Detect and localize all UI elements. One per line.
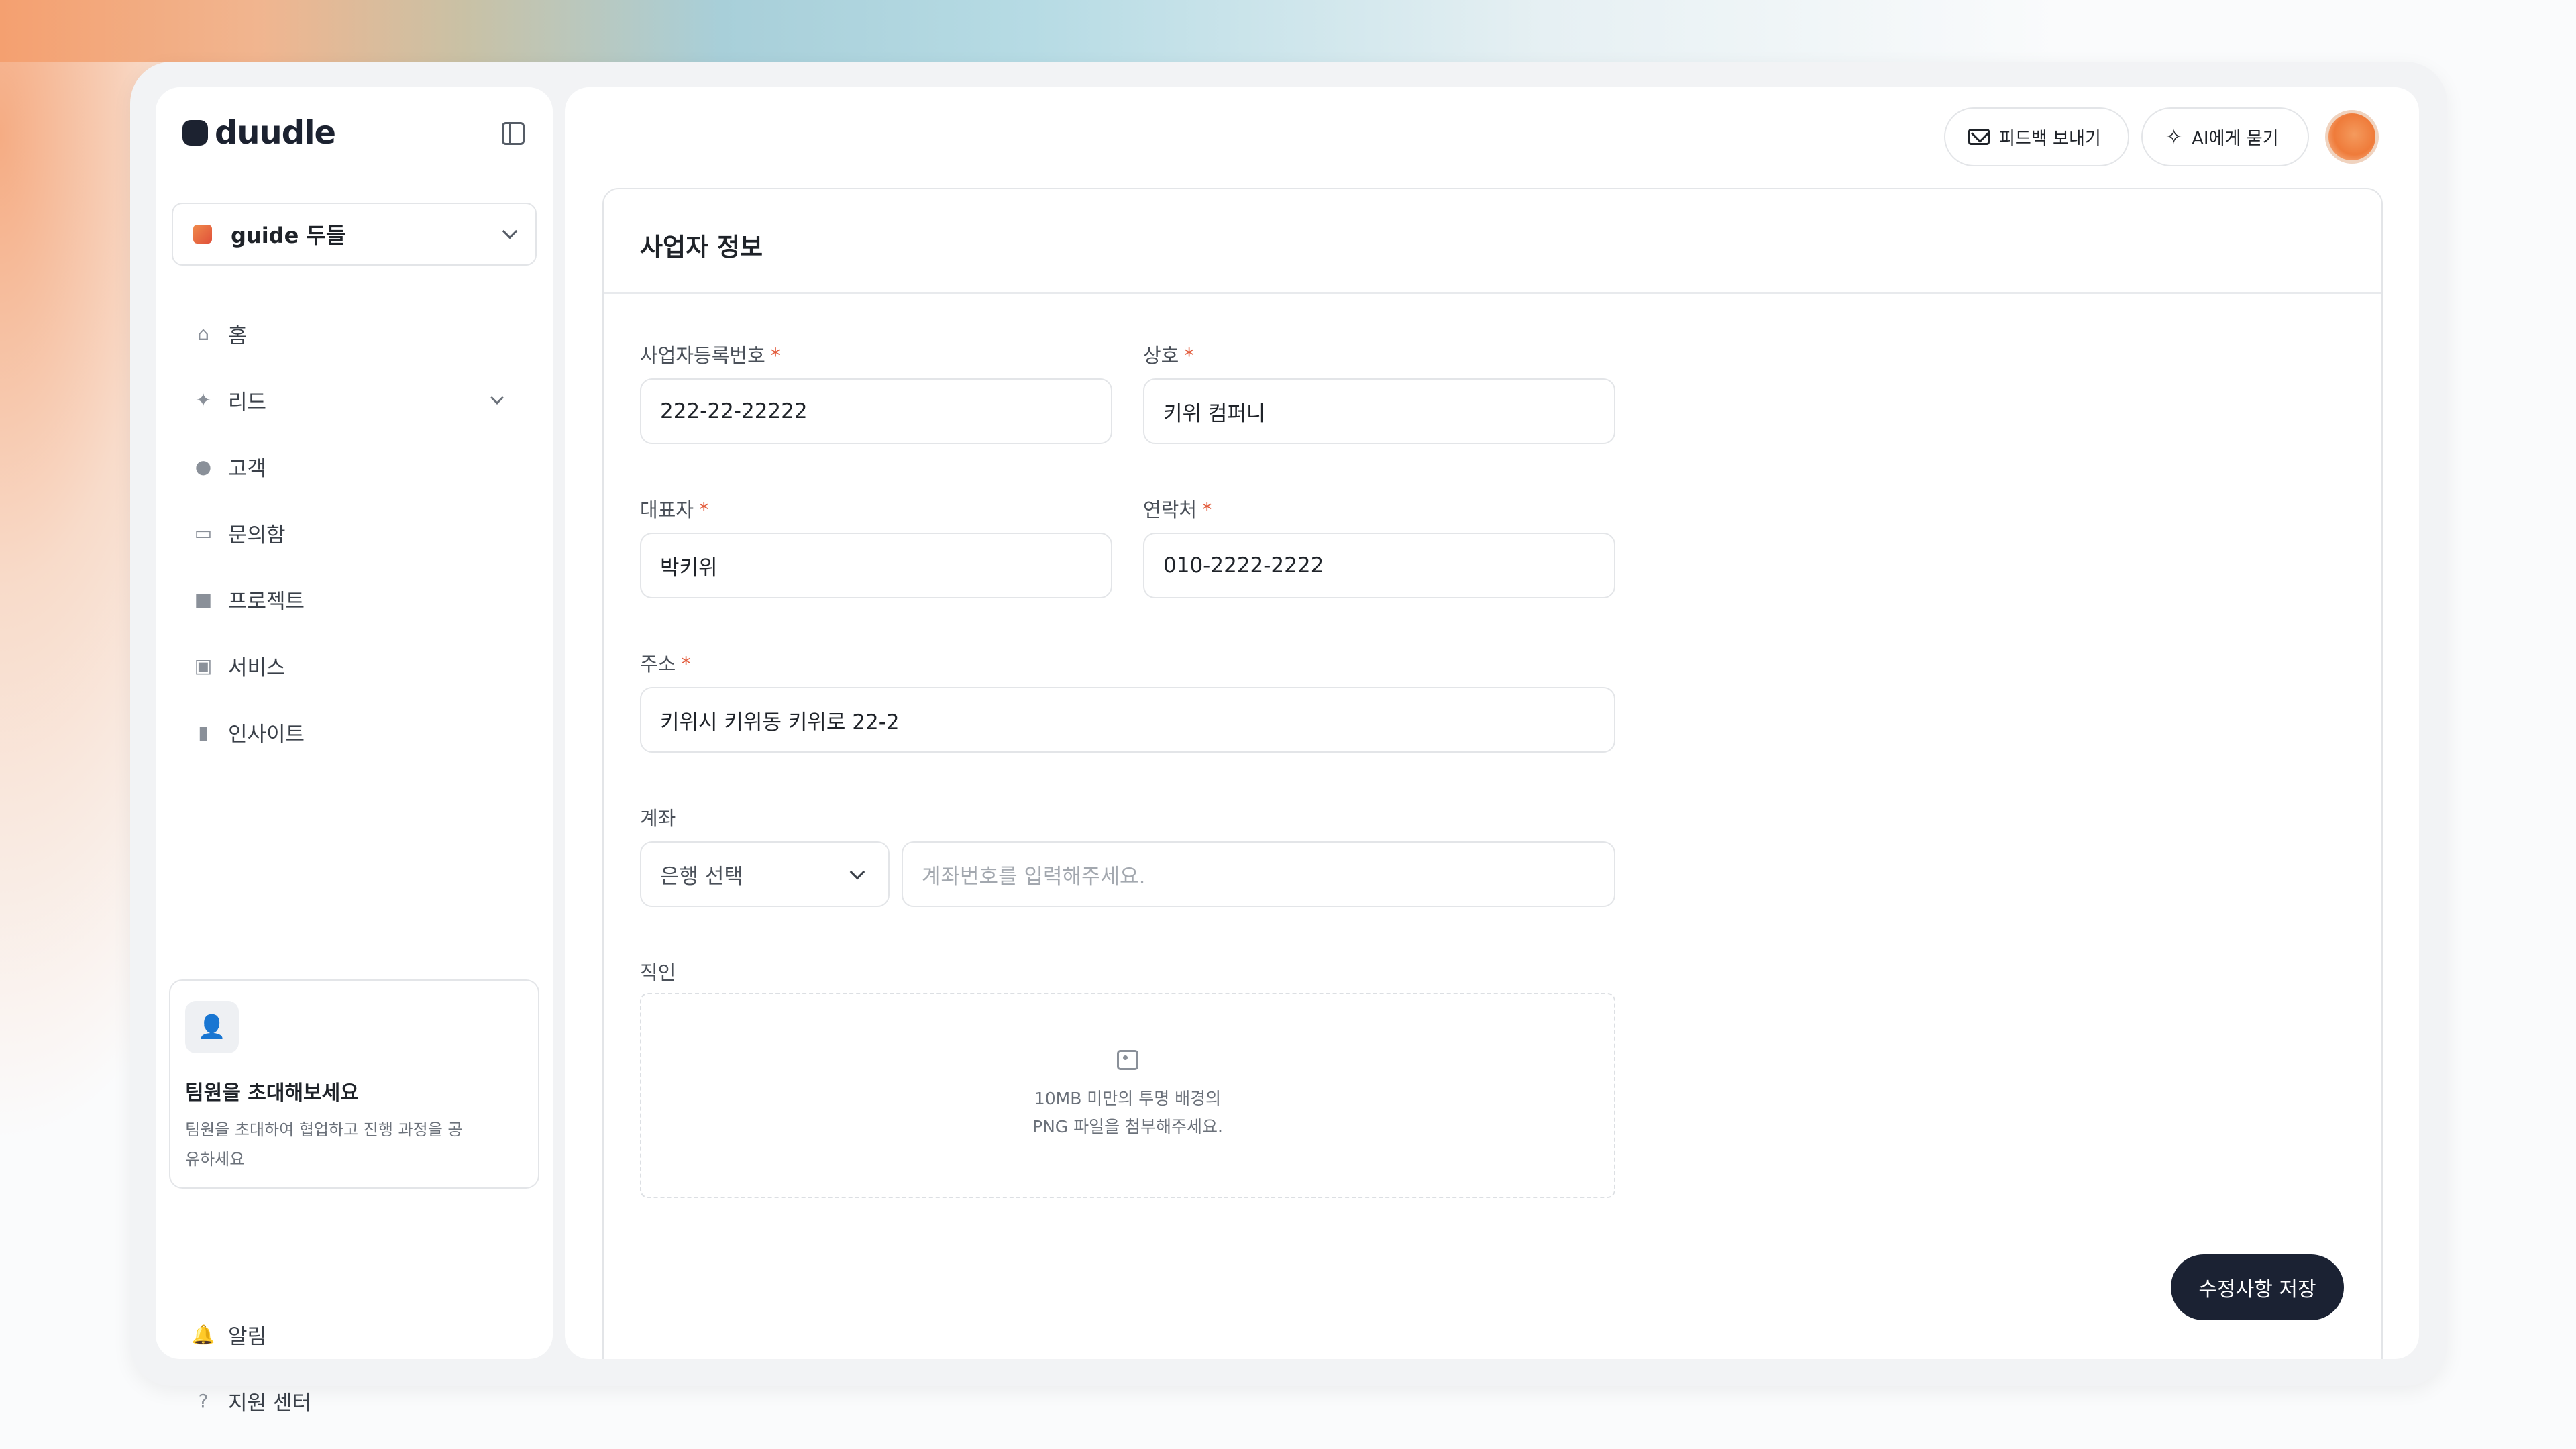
sidebar-item-support[interactable]: ? 지원 센터 bbox=[172, 1368, 537, 1434]
main-panel: 피드백 보내기 ✧ AI에게 묻기 사업자 정보 사업자등록번호 * 222-22… bbox=[565, 87, 2419, 1359]
sidebar-item-label: 서비스 bbox=[228, 656, 286, 680]
company-label: 상호 * bbox=[1143, 340, 1194, 368]
sidebar: duudle guide 두들 ⌂ 홈 ✦ 리드 ● 고객 ▭ 문의함 ■ 프로… bbox=[156, 87, 553, 1415]
bar-chart-icon: ▮ bbox=[198, 721, 209, 743]
sidebar-nav: ⌂ 홈 ✦ 리드 ● 고객 ▭ 문의함 ■ 프로젝트 ▣ 서비스 ▮ 인사이트 bbox=[172, 301, 537, 765]
seal-label: 직인 bbox=[640, 957, 676, 985]
label-text: 연락처 bbox=[1143, 498, 1197, 521]
sidebar-collapse-icon[interactable] bbox=[502, 122, 525, 145]
biz-number-input[interactable]: 222-22-22222 bbox=[640, 378, 1112, 444]
input-value: 박키위 bbox=[660, 555, 718, 580]
help-icon: ? bbox=[198, 1390, 209, 1412]
required-mark: * bbox=[1202, 498, 1212, 521]
sidebar-item-customers[interactable]: ● 고객 bbox=[172, 433, 537, 500]
sidebar-item-label: 홈 bbox=[228, 324, 248, 348]
sidebar-item-home[interactable]: ⌂ 홈 bbox=[172, 301, 537, 367]
ceo-input[interactable]: 박키위 bbox=[640, 533, 1112, 598]
workspace-name: guide 두들 bbox=[231, 223, 346, 248]
user-icon: ● bbox=[195, 455, 212, 478]
contact-input[interactable]: 010-2222-2222 bbox=[1143, 533, 1615, 598]
feedback-label: 피드백 보내기 bbox=[1999, 128, 2101, 149]
chevron-down-icon bbox=[849, 864, 865, 880]
sidebar-item-label: 문의함 bbox=[228, 523, 286, 547]
required-mark: * bbox=[681, 653, 691, 676]
ceo-label: 대표자 * bbox=[640, 494, 709, 523]
logo-text: duudle bbox=[215, 114, 336, 152]
rocket-icon: ✦ bbox=[195, 389, 211, 411]
input-placeholder: 계좌번호를 입력해주세요. bbox=[922, 864, 1146, 889]
sidebar-item-inbox[interactable]: ▭ 문의함 bbox=[172, 500, 537, 566]
upload-hint-line2: PNG 파일을 첨부해주세요. bbox=[1032, 1117, 1223, 1136]
image-icon bbox=[1117, 1050, 1138, 1070]
label-text: 계좌 bbox=[640, 807, 676, 830]
chevron-down-icon[interactable] bbox=[490, 390, 504, 405]
add-user-icon: 👤 bbox=[185, 1001, 239, 1053]
mail-icon bbox=[1968, 129, 1990, 145]
inbox-icon: ▭ bbox=[194, 522, 213, 544]
magic-wand-icon: ✧ bbox=[2165, 125, 2183, 149]
logo[interactable]: duudle bbox=[182, 114, 336, 152]
workspace-icon bbox=[193, 225, 212, 244]
feedback-button[interactable]: 피드백 보내기 bbox=[1944, 107, 2129, 166]
ask-ai-button[interactable]: ✧ AI에게 묻기 bbox=[2141, 107, 2309, 166]
sidebar-item-label: 알림 bbox=[228, 1325, 267, 1349]
sidebar-item-insights[interactable]: ▮ 인사이트 bbox=[172, 699, 537, 765]
sidebar-bottom-nav-2: ? 지원 센터 bbox=[172, 1368, 537, 1434]
label-text: 사업자등록번호 bbox=[640, 344, 765, 367]
sidebar-item-label: 프로젝트 bbox=[228, 590, 305, 614]
sidebar-item-label: 지원 센터 bbox=[228, 1391, 311, 1415]
logo-icon bbox=[182, 120, 208, 146]
sidebar-item-label: 고객 bbox=[228, 457, 267, 481]
chevron-down-icon bbox=[502, 223, 518, 239]
avatar[interactable] bbox=[2325, 110, 2379, 164]
biz-number-label: 사업자등록번호 * bbox=[640, 340, 780, 368]
sidebar-item-label: 리드 bbox=[228, 390, 267, 415]
address-input[interactable]: 키위시 키위동 키위로 22-2 bbox=[640, 687, 1615, 753]
upload-hint: 10MB 미만의 투명 배경의 PNG 파일을 첨부해주세요. bbox=[1032, 1085, 1223, 1141]
home-icon: ⌂ bbox=[197, 323, 209, 345]
bank-select-value: 은행 선택 bbox=[660, 864, 743, 889]
divider bbox=[604, 292, 2381, 294]
label-text: 직인 bbox=[640, 961, 676, 984]
sidebar-item-services[interactable]: ▣ 서비스 bbox=[172, 633, 537, 699]
business-info-card: 사업자 정보 사업자등록번호 * 222-22-22222 상호 * 키위 컴퍼니 … bbox=[602, 188, 2383, 1359]
save-changes-button[interactable]: 수정사항 저장 bbox=[2171, 1254, 2344, 1320]
bank-select[interactable]: 은행 선택 bbox=[640, 841, 890, 907]
company-input[interactable]: 키위 컴퍼니 bbox=[1143, 378, 1615, 444]
invite-card[interactable]: 👤 팀원을 초대해보세요 팀원을 초대하여 협업하고 진행 과정을 공유하세요 bbox=[169, 979, 539, 1189]
contact-label: 연락처 * bbox=[1143, 494, 1212, 523]
bell-icon: 🔔 bbox=[191, 1324, 215, 1346]
sidebar-item-projects[interactable]: ■ 프로젝트 bbox=[172, 566, 537, 633]
upload-hint-line1: 10MB 미만의 투명 배경의 bbox=[1034, 1089, 1222, 1108]
workspace-selector[interactable]: guide 두들 bbox=[172, 203, 537, 266]
folder-icon: ■ bbox=[194, 588, 213, 610]
required-mark: * bbox=[699, 498, 709, 521]
label-text: 상호 bbox=[1143, 344, 1179, 367]
briefcase-icon: ▣ bbox=[194, 655, 213, 677]
sidebar-bottom-nav: 🔔 알림 bbox=[172, 1301, 537, 1368]
label-text: 주소 bbox=[640, 653, 676, 676]
required-mark: * bbox=[1184, 344, 1194, 367]
page-title: 사업자 정보 bbox=[640, 233, 763, 262]
input-value: 키위 컴퍼니 bbox=[1163, 401, 1266, 426]
input-value: 키위시 키위동 키위로 22-2 bbox=[660, 710, 900, 735]
seal-upload-dropzone[interactable]: 10MB 미만의 투명 배경의 PNG 파일을 첨부해주세요. bbox=[640, 993, 1615, 1198]
sidebar-item-label: 인사이트 bbox=[228, 722, 305, 747]
input-value: 222-22-22222 bbox=[660, 399, 808, 423]
required-mark: * bbox=[770, 344, 781, 367]
label-text: 대표자 bbox=[640, 498, 694, 521]
invite-description: 팀원을 초대하여 협업하고 진행 과정을 공유하세요 bbox=[185, 1120, 463, 1169]
sidebar-item-leads[interactable]: ✦ 리드 bbox=[172, 367, 537, 433]
ask-ai-label: AI에게 묻기 bbox=[2192, 128, 2279, 149]
input-value: 010-2222-2222 bbox=[1163, 553, 1324, 578]
sidebar-item-notifications[interactable]: 🔔 알림 bbox=[172, 1301, 537, 1368]
address-label: 주소 * bbox=[640, 649, 691, 677]
invite-title: 팀원을 초대해보세요 bbox=[185, 1081, 359, 1105]
account-label: 계좌 bbox=[640, 803, 676, 831]
account-number-input[interactable]: 계좌번호를 입력해주세요. bbox=[902, 841, 1615, 907]
